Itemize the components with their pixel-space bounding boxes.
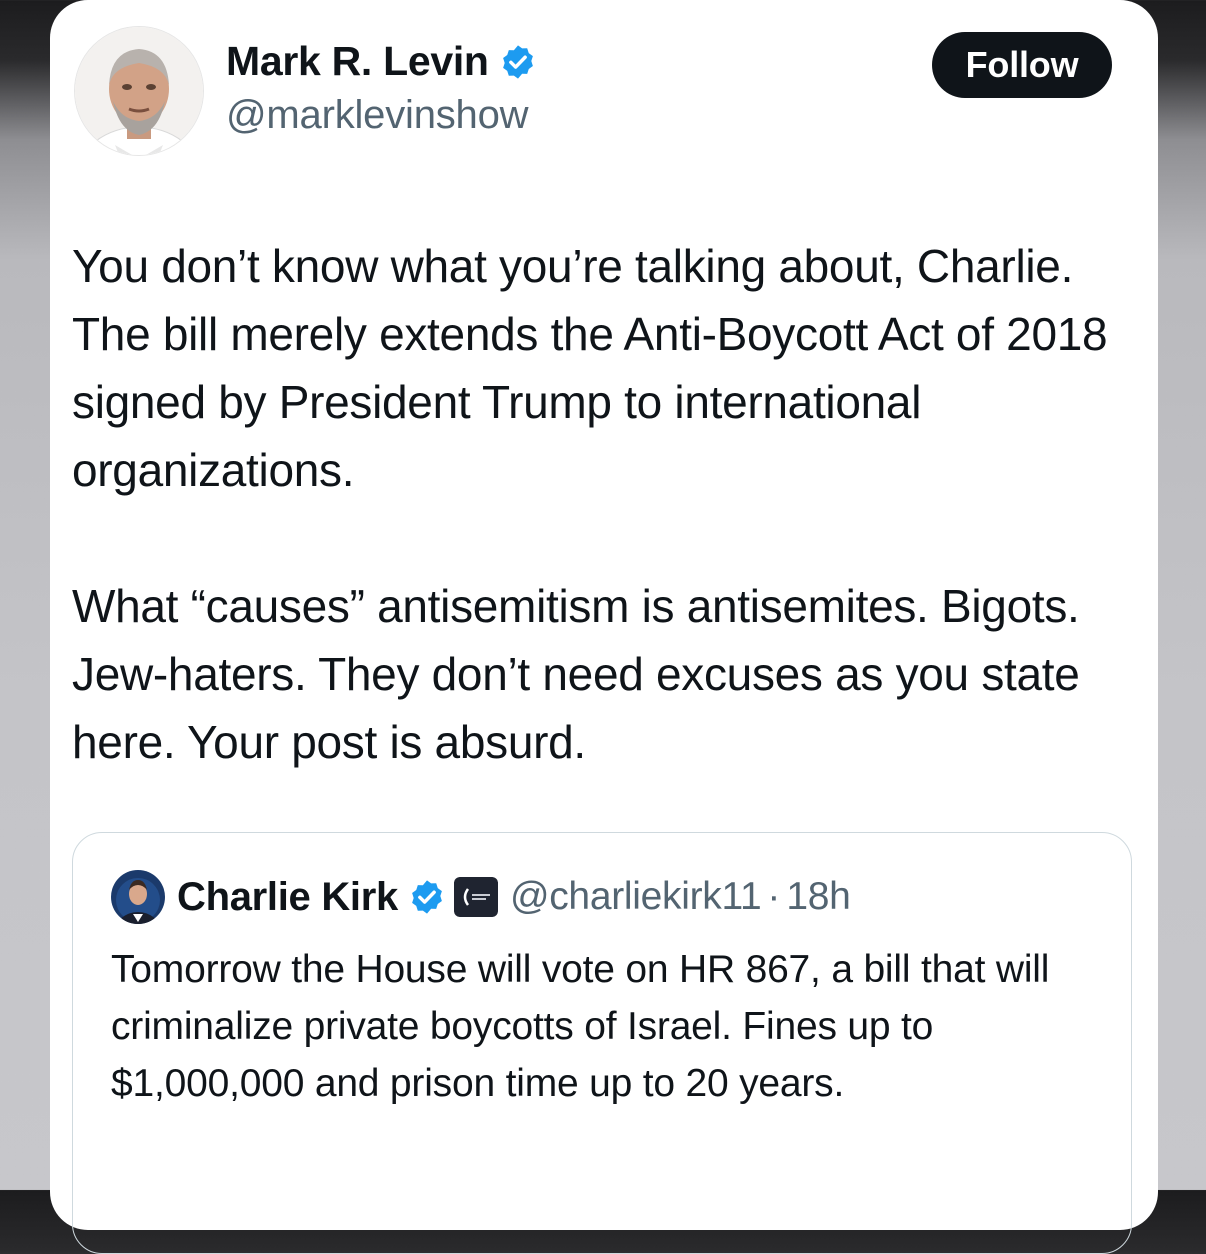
quoted-author-avatar[interactable] bbox=[111, 870, 165, 924]
verified-badge-icon bbox=[412, 880, 442, 914]
post-card: Mark R. Levin @marklevinshow Follow You … bbox=[50, 0, 1158, 1254]
quoted-post[interactable]: Charlie Kirk @charliekirk11 · 18h Tomorr… bbox=[72, 832, 1132, 1254]
verified-badge-icon bbox=[502, 44, 533, 79]
author-name[interactable]: Mark R. Levin bbox=[226, 38, 489, 85]
author-name-row: Mark R. Levin bbox=[226, 38, 537, 85]
quoted-post-header: Charlie Kirk @charliekirk11 · 18h bbox=[111, 869, 851, 925]
author-block: Mark R. Levin @marklevinshow bbox=[226, 38, 537, 138]
author-handle[interactable]: @marklevinshow bbox=[226, 93, 537, 138]
post-text: You don’t know what you’re talking about… bbox=[72, 232, 1142, 776]
meta-separator: · bbox=[767, 875, 781, 918]
follow-button[interactable]: Follow bbox=[932, 32, 1112, 98]
post-paragraph-1: You don’t know what you’re talking about… bbox=[72, 240, 1108, 496]
avatar-photo-icon bbox=[111, 870, 165, 924]
quoted-post-text: Tomorrow the House will vote on HR 867, … bbox=[111, 948, 1050, 1105]
avatar-photo-icon bbox=[75, 27, 203, 155]
quoted-author-name[interactable]: Charlie Kirk bbox=[177, 875, 398, 920]
quoted-post-time[interactable]: 18h bbox=[786, 875, 850, 919]
author-avatar[interactable] bbox=[74, 26, 204, 156]
quoted-author-handle[interactable]: @charliekirk11 bbox=[510, 875, 762, 919]
post-paragraph-2: What “causes” antisemitism is antisemite… bbox=[72, 580, 1080, 768]
organization-badge-icon[interactable] bbox=[453, 877, 498, 917]
